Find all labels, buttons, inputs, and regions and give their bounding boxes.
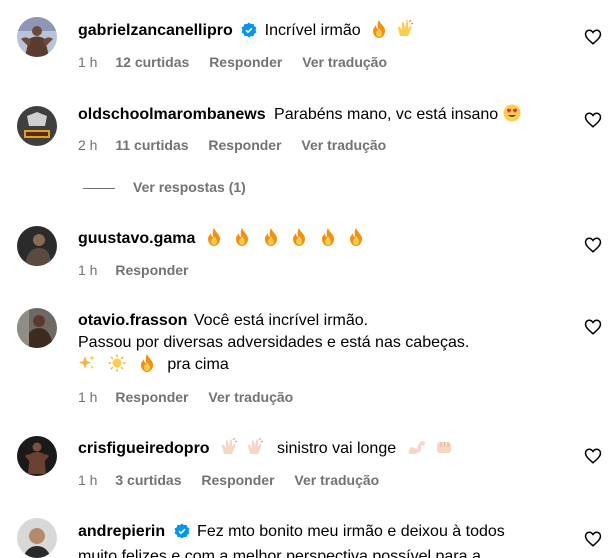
comment-body: gabrielzancanellipro Incrível irmão [78,19,578,45]
clapping-hands-emoji-icon [246,437,264,463]
fist-emoji-icon [435,438,453,463]
reply-button[interactable]: Responder [115,389,188,405]
comment-text: pra cima [167,356,229,373]
comment-andrepierin: andrepierin Fez mto bonito meu irmão e d… [0,510,616,558]
avatar[interactable] [17,106,57,146]
avatar[interactable] [17,226,57,266]
comment-body: otavio.frasson Você está incrível irmão.… [78,310,578,379]
heart-eyes-emoji-icon [503,104,521,129]
likes-count[interactable]: 11 curtidas [115,137,188,153]
translate-button[interactable]: Ver tradução [294,472,379,488]
fire-emoji-icon [206,228,222,253]
comment-body: oldschoolmarombanews Parabéns mano, vc e… [78,104,578,129]
username[interactable]: otavio.frasson [78,312,187,329]
reply-button[interactable]: Responder [115,262,188,278]
comment-guustavo-gama: guustavo.gama 1 h Responder [0,215,616,295]
likes-count[interactable]: 3 curtidas [115,472,181,488]
username[interactable]: oldschoolmarombanews [78,106,266,123]
comment-body: guustavo.gama [78,228,578,253]
comment-text: Incrível irmão [264,22,361,39]
comment-line-3: pra cima [78,354,578,379]
verified-badge-icon [174,523,190,546]
timestamp: 1 h [78,389,98,405]
comment-text: sinistro vai longe [276,440,397,457]
username[interactable]: gabrielzancanellipro [78,22,233,39]
view-replies-label: Ver respostas (1) [133,179,246,195]
verified-badge-icon [241,22,257,45]
clapping-hands-emoji-icon [220,437,238,463]
like-heart-icon[interactable] [584,530,604,550]
sun-emoji-icon [108,354,126,379]
fire-emoji-icon [139,354,155,379]
comment-meta: 1 h Responder Ver tradução [78,389,309,405]
avatar[interactable] [17,17,57,57]
fire-emoji-icon [348,228,364,253]
view-replies-button[interactable]: Ver respostas (1) [83,179,246,197]
username[interactable]: guustavo.gama [78,230,195,247]
fire-emoji-icon [234,228,250,253]
comment-meta: 1 h 12 curtidas Responder Ver tradução [78,54,403,70]
comment-line-2: muito felizes e com a melhor perspectiva… [78,548,481,558]
comment-meta: 1 h 3 curtidas Responder Ver tradução [78,472,395,488]
comment-text: Parabéns mano, vc está insano [274,106,499,123]
comment-gabrielzancanellipro: gabrielzancanellipro Incrível irmão 1 h … [0,0,616,90]
timestamp: 1 h [78,54,98,70]
fire-emoji-icon [320,228,336,253]
reply-button[interactable]: Responder [201,472,274,488]
fire-emoji-icon [263,228,279,253]
comment-otavio-frasson: otavio.frasson Você está incrível irmão.… [0,295,616,420]
timestamp: 1 h [78,472,98,488]
like-heart-icon[interactable] [584,111,604,131]
likes-count[interactable]: 12 curtidas [115,54,189,70]
comment-meta: 1 h Responder [78,262,204,278]
comment-meta: 2 h 11 curtidas Responder Ver tradução [78,137,402,153]
clapping-hands-emoji-icon [396,19,414,45]
like-heart-icon[interactable] [584,28,604,48]
view-replies-line [83,187,115,189]
like-heart-icon[interactable] [584,236,604,256]
username[interactable]: crisfigueiredopro [78,440,210,457]
timestamp: 2 h [78,137,98,153]
timestamp: 1 h [78,262,98,278]
comment-text: Você está incrível irmão. [193,312,369,329]
comment-text: Fez mto bonito meu irmão e deixou à todo… [197,523,505,540]
sparkles-emoji-icon [78,354,96,379]
reply-button[interactable]: Responder [209,54,282,70]
comment-line-1: otavio.frasson Você está incrível irmão. [78,310,578,332]
comment-body: andrepierin Fez mto bonito meu irmão e d… [78,521,578,558]
comment-body: crisfigueiredopro sinistro vai longe [78,437,578,463]
flexed-biceps-emoji-icon [407,438,427,463]
comment-crisfigueiredopro: crisfigueiredopro sinistro vai longe 1 h… [0,420,616,510]
translate-button[interactable]: Ver tradução [302,54,387,70]
translate-button[interactable]: Ver tradução [208,389,293,405]
like-heart-icon[interactable] [584,447,604,467]
fire-emoji-icon [371,20,387,45]
translate-button[interactable]: Ver tradução [301,137,386,153]
comment-line-2: Passou por diversas adversidades e está … [78,334,470,351]
fire-emoji-icon [291,228,307,253]
avatar[interactable] [17,518,57,558]
comment-line-1: andrepierin Fez mto bonito meu irmão e d… [78,521,578,546]
avatar[interactable] [17,436,57,476]
username[interactable]: andrepierin [78,523,165,540]
like-heart-icon[interactable] [584,318,604,338]
avatar[interactable] [17,308,57,348]
reply-button[interactable]: Responder [208,137,281,153]
